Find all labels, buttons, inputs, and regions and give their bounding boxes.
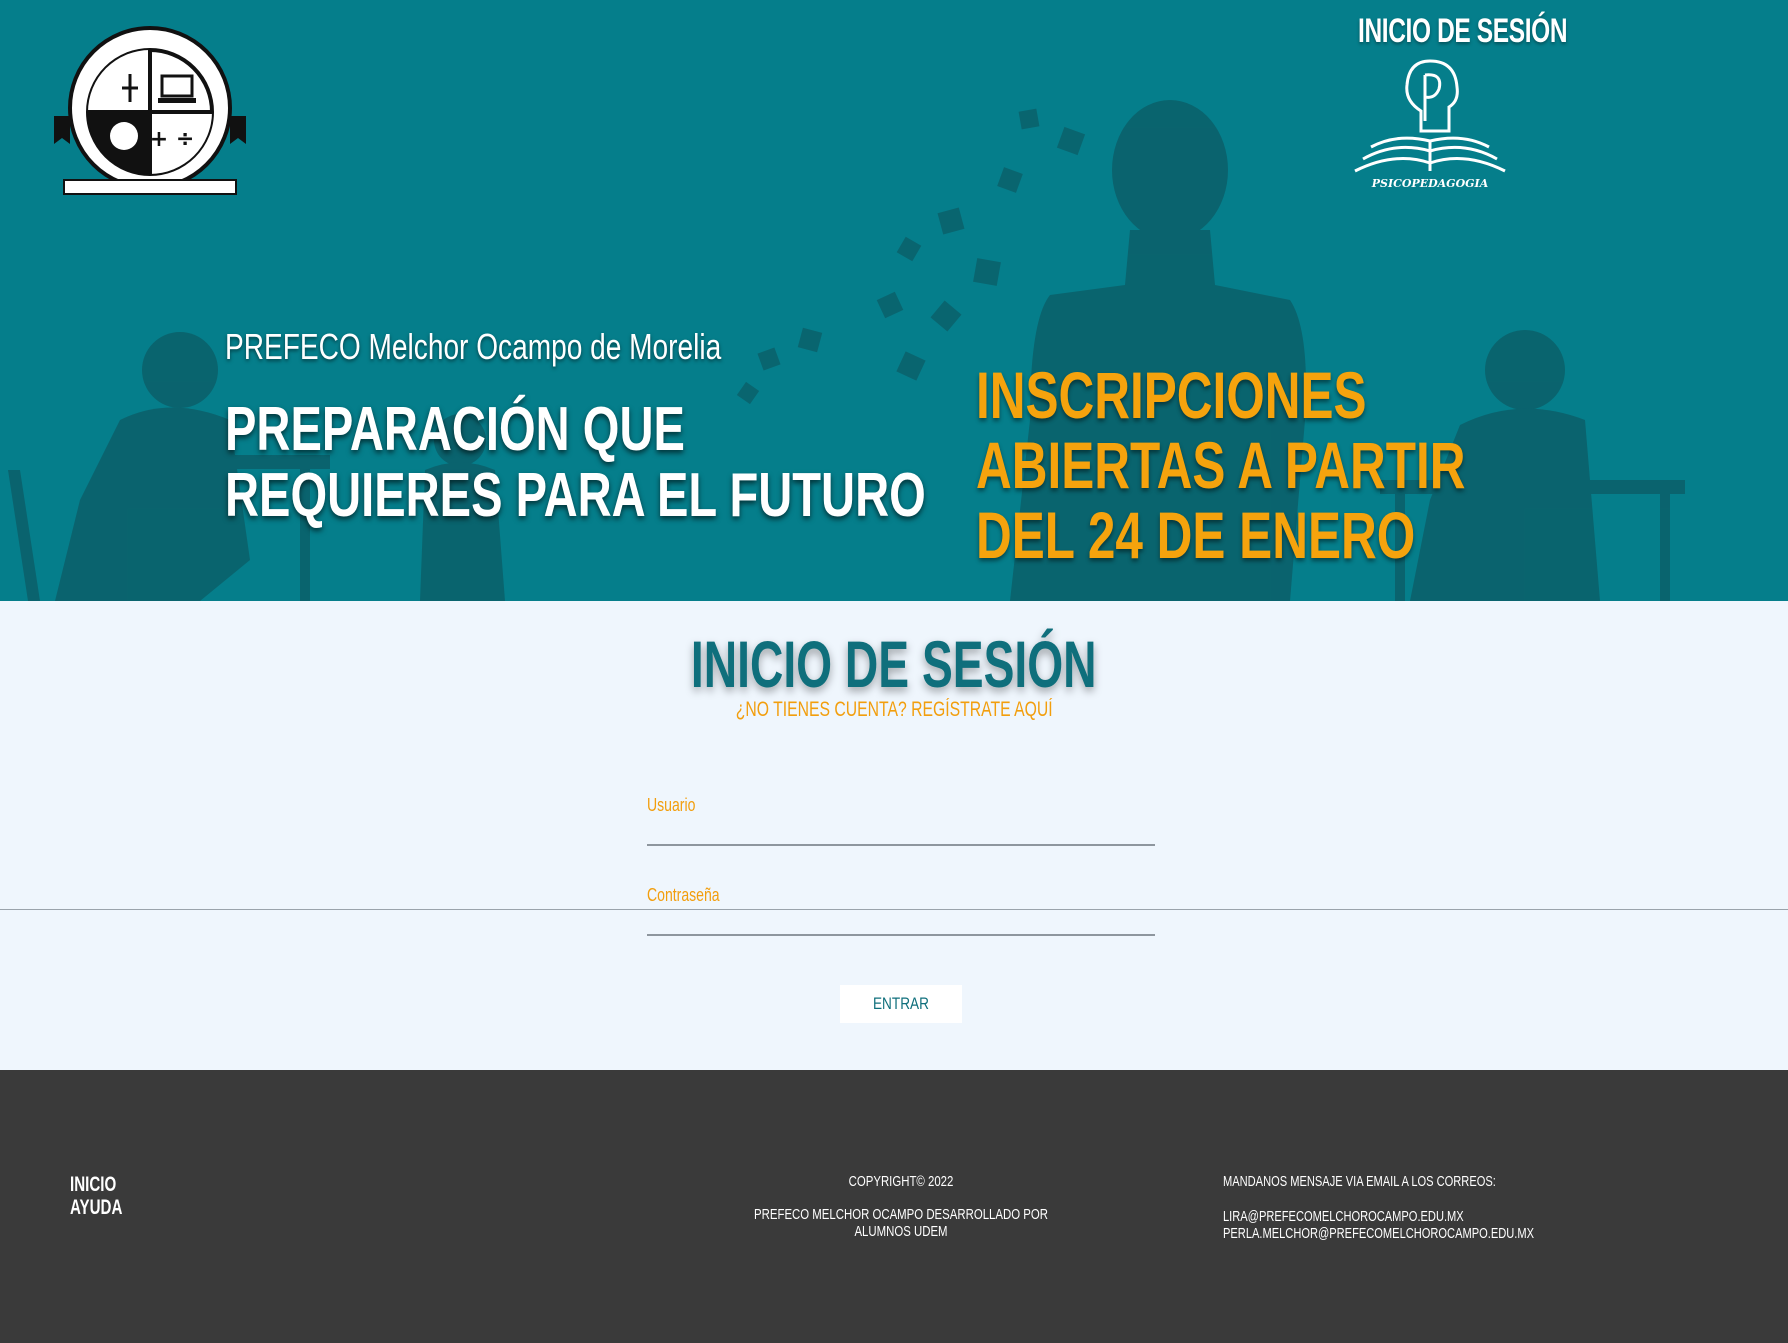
footer-credits: COPYRIGHT© 2022 PREFECO MELCHOR OCAMPO D… bbox=[700, 1173, 1102, 1240]
corner-login: INICIO DE SESIÓN PSICOPEDAGOGIA bbox=[1330, 12, 1568, 191]
footer-nav: INICIO AYUDA bbox=[70, 1173, 143, 1219]
username-field-group: Usuario bbox=[647, 795, 1155, 846]
svg-text:+ ÷: + ÷ bbox=[150, 127, 195, 152]
enrollment-promo: INSCRIPCIONES ABIERTAS A PARTIR DEL 24 D… bbox=[976, 358, 1466, 572]
corner-login-link[interactable]: INICIO DE SESIÓN bbox=[1358, 12, 1568, 51]
contact-heading: MANDANOS MENSAJE VIA EMAIL A LOS CORREOS… bbox=[1223, 1173, 1496, 1190]
footer-link-inicio[interactable]: INICIO bbox=[70, 1173, 122, 1196]
login-submit-button[interactable]: ENTRAR bbox=[840, 985, 962, 1023]
password-field-group: Contraseña bbox=[647, 885, 1155, 936]
password-label: Contraseña bbox=[647, 885, 720, 905]
footer-contact: MANDANOS MENSAJE VIA EMAIL A LOS CORREOS… bbox=[1223, 1173, 1623, 1242]
footer: INICIO AYUDA COPYRIGHT© 2022 PREFECO MEL… bbox=[0, 1070, 1788, 1343]
hero-headline: PREPARACIÓN QUE REQUIERES PARA EL FUTURO bbox=[225, 395, 926, 530]
copyright-text: COPYRIGHT© 2022 bbox=[848, 1173, 954, 1190]
username-label: Usuario bbox=[647, 795, 696, 815]
school-logo: + ÷ bbox=[54, 26, 246, 195]
footer-link-ayuda[interactable]: AYUDA bbox=[70, 1196, 122, 1219]
register-link[interactable]: ¿NO TIENES CUENTA? REGÍSTRATE AQUÍ bbox=[0, 698, 1788, 722]
hero-banner: + ÷ INICIO DE SESIÓN PSICOPEDAGOGIA PREF… bbox=[0, 0, 1788, 601]
login-title: INICIO DE SESIÓN bbox=[691, 627, 1097, 701]
psicopedagogia-logo: PSICOPEDAGOGIA bbox=[1354, 59, 1506, 190]
password-input[interactable] bbox=[647, 906, 1155, 936]
contact-email-1[interactable]: LIRA@PREFECOMELCHOROCAMPO.EDU.MX bbox=[1223, 1208, 1519, 1225]
username-input[interactable] bbox=[647, 816, 1155, 846]
credits-text: PREFECO MELCHOR OCAMPO DESARROLLADO POR … bbox=[754, 1206, 1048, 1240]
psicopedagogia-logo-text: PSICOPEDAGOGIA bbox=[1371, 177, 1489, 190]
hero-subtitle: PREFECO Melchor Ocampo de Morelia bbox=[225, 326, 722, 367]
contact-email-2[interactable]: PERLA.MELCHOR@PREFECOMELCHOROCAMPO.EDU.M… bbox=[1223, 1225, 1534, 1242]
